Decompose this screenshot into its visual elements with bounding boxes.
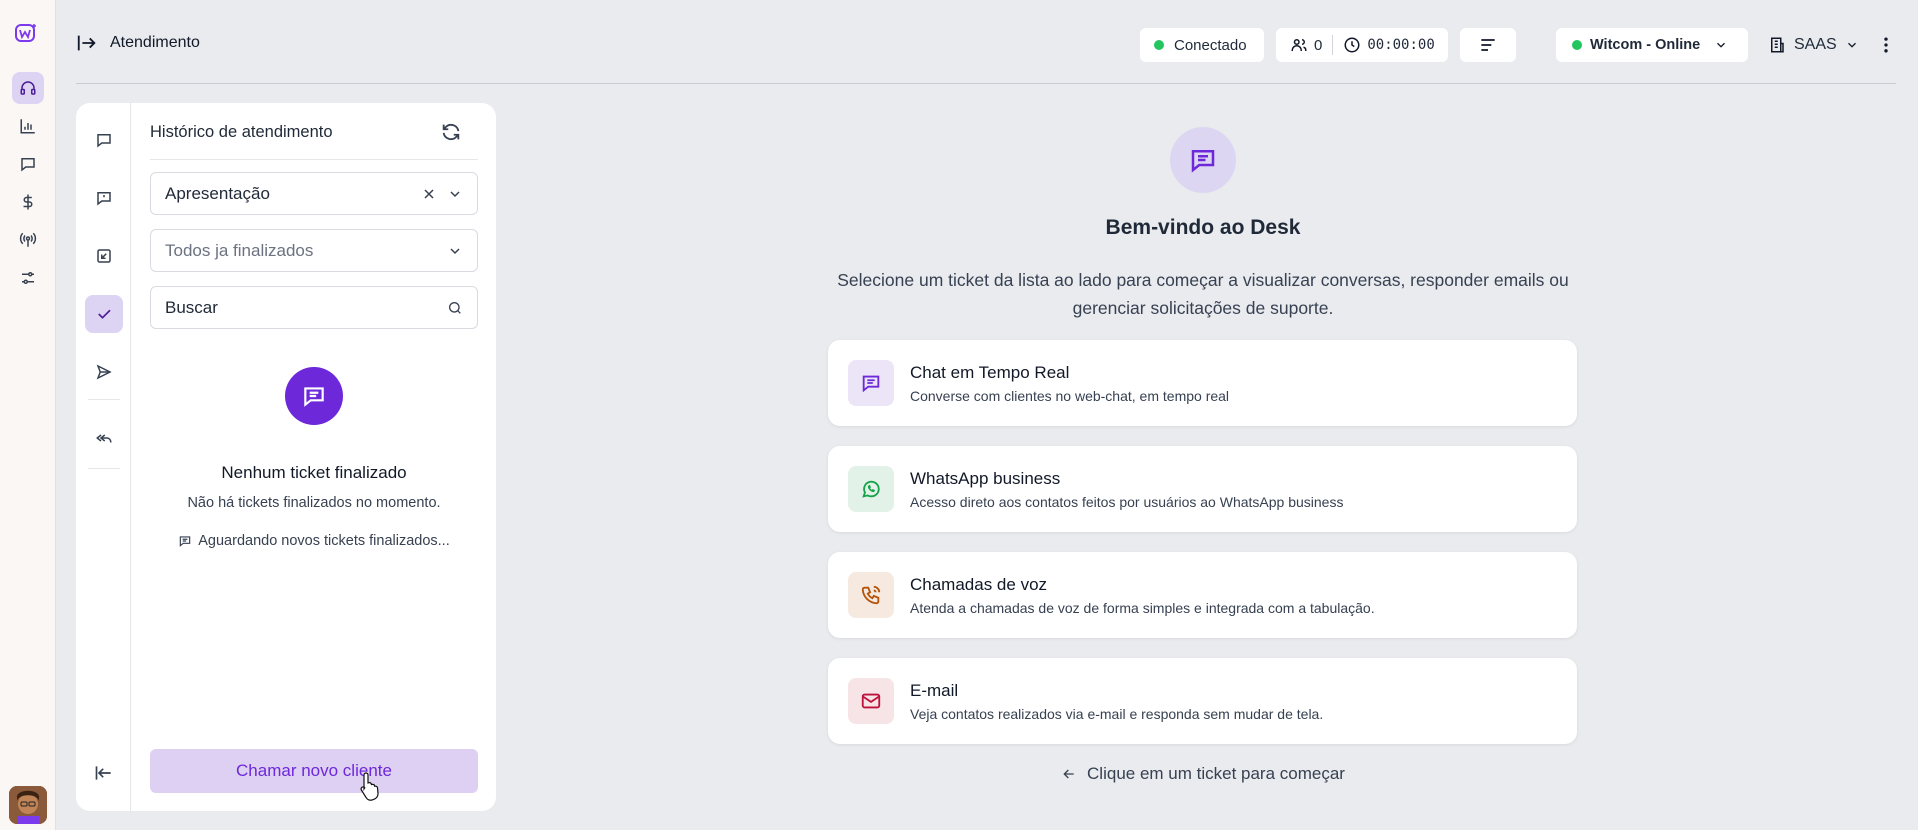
panel-side-nav — [76, 103, 131, 811]
connection-status-label: Conectado — [1174, 36, 1247, 54]
filter-select[interactable]: Apresentação — [150, 172, 478, 215]
feature-title: E-mail — [910, 681, 959, 700]
menu-lines-button[interactable] — [1460, 28, 1516, 62]
message-icon[interactable] — [12, 148, 44, 180]
transfer-in-icon[interactable] — [85, 237, 123, 275]
hint-label: Clique em um ticket para começar — [1087, 764, 1345, 783]
queue-count: 0 — [1314, 36, 1323, 54]
more-options-button[interactable] — [1876, 28, 1896, 62]
sign-in-arrow-icon[interactable] — [76, 32, 98, 54]
collapse-panel-icon[interactable] — [94, 763, 114, 783]
feature-title: WhatsApp business — [910, 469, 1061, 488]
clock-icon — [1344, 37, 1360, 53]
search-input[interactable]: Buscar — [150, 286, 478, 329]
settings-sliders-icon[interactable] — [12, 262, 44, 294]
search-icon[interactable] — [447, 300, 463, 316]
queue-timer-badge: 0 00:00:00 — [1276, 28, 1448, 62]
chevron-down-icon — [1847, 42, 1856, 48]
whatsapp-icon — [848, 466, 894, 512]
connection-status-badge: Conectado — [1140, 28, 1264, 62]
status-select-placeholder: Todos ja finalizados — [165, 240, 314, 260]
history-panel: Histórico de atendimento Apresentação To… — [76, 103, 496, 811]
reply-all-icon[interactable] — [85, 419, 123, 457]
message-icon — [180, 536, 191, 547]
channel-select-label: Witcom - Online — [1590, 37, 1701, 53]
separator — [88, 399, 120, 400]
history-title: Histórico de atendimento — [150, 123, 333, 141]
dollar-icon[interactable] — [12, 186, 44, 218]
chevron-down-icon — [1717, 42, 1726, 48]
welcome-chat-icon — [1170, 127, 1236, 193]
avatar[interactable] — [9, 786, 47, 824]
status-select[interactable]: Todos ja finalizados — [150, 229, 478, 272]
online-dot-icon — [1572, 40, 1582, 50]
channel-select[interactable]: Witcom - Online — [1556, 28, 1748, 62]
tenant-label: SAAS — [1794, 36, 1837, 53]
alert-message-icon[interactable] — [85, 179, 123, 217]
chat-icon — [848, 360, 894, 406]
bar-chart-icon[interactable] — [12, 110, 44, 142]
empty-state-waiting-label: Aguardando novos tickets finalizados... — [198, 533, 450, 549]
app-rail — [0, 0, 56, 830]
tenant-select[interactable]: SAAS — [1760, 28, 1870, 62]
feature-card-whatsapp[interactable]: WhatsApp business Acesso direto aos cont… — [828, 446, 1577, 532]
search-placeholder: Buscar — [165, 297, 218, 317]
building-icon — [1771, 37, 1784, 53]
chevron-down-icon — [450, 247, 460, 254]
online-dot-icon — [1154, 40, 1164, 50]
feature-title: Chat em Tempo Real — [910, 363, 1070, 382]
top-header: Atendimento Conectado 0 00:00:00 Witcom … — [76, 24, 1896, 66]
feature-card-email[interactable]: E-mail Veja contatos realizados via e-ma… — [828, 658, 1577, 744]
feature-card-voice[interactable]: Chamadas de voz Atenda a chamadas de voz… — [828, 552, 1577, 638]
users-icon — [1291, 39, 1307, 51]
feature-title: Chamadas de voz — [910, 575, 1048, 594]
headset-icon[interactable] — [12, 72, 44, 104]
kebab-menu-icon — [1884, 37, 1888, 53]
chat-list-icon[interactable] — [85, 121, 123, 159]
broadcast-icon[interactable] — [12, 224, 44, 256]
hand-cursor-icon — [360, 772, 379, 801]
chevron-down-icon[interactable] — [447, 186, 463, 202]
empty-state-waiting: Aguardando novos tickets finalizados... — [150, 533, 478, 549]
separator — [1332, 35, 1334, 55]
clear-icon[interactable] — [421, 186, 437, 202]
empty-state-title: Nenhum ticket finalizado — [221, 463, 407, 482]
separator — [88, 468, 120, 469]
feature-card-chat[interactable]: Chat em Tempo Real Converse com clientes… — [828, 340, 1577, 426]
app-logo-icon[interactable] — [14, 22, 38, 46]
feature-description: Converse com clientes no web-chat, em te… — [910, 388, 1230, 404]
empty-state-chat-icon — [285, 367, 343, 425]
phone-icon — [848, 572, 894, 618]
arrow-left-icon — [1063, 769, 1074, 779]
header-divider — [76, 83, 1896, 84]
page-title: Atendimento — [110, 34, 200, 51]
refresh-icon[interactable] — [440, 121, 462, 143]
call-new-client-button[interactable]: Chamar novo cliente — [150, 749, 478, 793]
separator — [150, 159, 478, 160]
welcome-title: Bem-vindo ao Desk — [1105, 216, 1301, 239]
empty-state-subtitle: Não há tickets finalizados no momento. — [187, 495, 441, 511]
filter-select-value: Apresentação — [165, 183, 270, 203]
check-icon[interactable] — [85, 295, 123, 333]
send-icon[interactable] — [85, 353, 123, 391]
align-left-icon — [1481, 39, 1495, 51]
feature-description: Acesso direto aos contatos feitos por us… — [910, 494, 1344, 510]
feature-description: Veja contatos realizados via e-mail e re… — [910, 706, 1324, 722]
mail-icon — [848, 678, 894, 724]
feature-description: Atenda a chamadas de voz de forma simple… — [910, 600, 1375, 616]
select-ticket-hint: Clique em um ticket para começar — [900, 764, 1506, 784]
welcome-description: Selecione um ticket da lista ao lado par… — [837, 270, 1569, 318]
session-timer: 00:00:00 — [1367, 37, 1435, 53]
